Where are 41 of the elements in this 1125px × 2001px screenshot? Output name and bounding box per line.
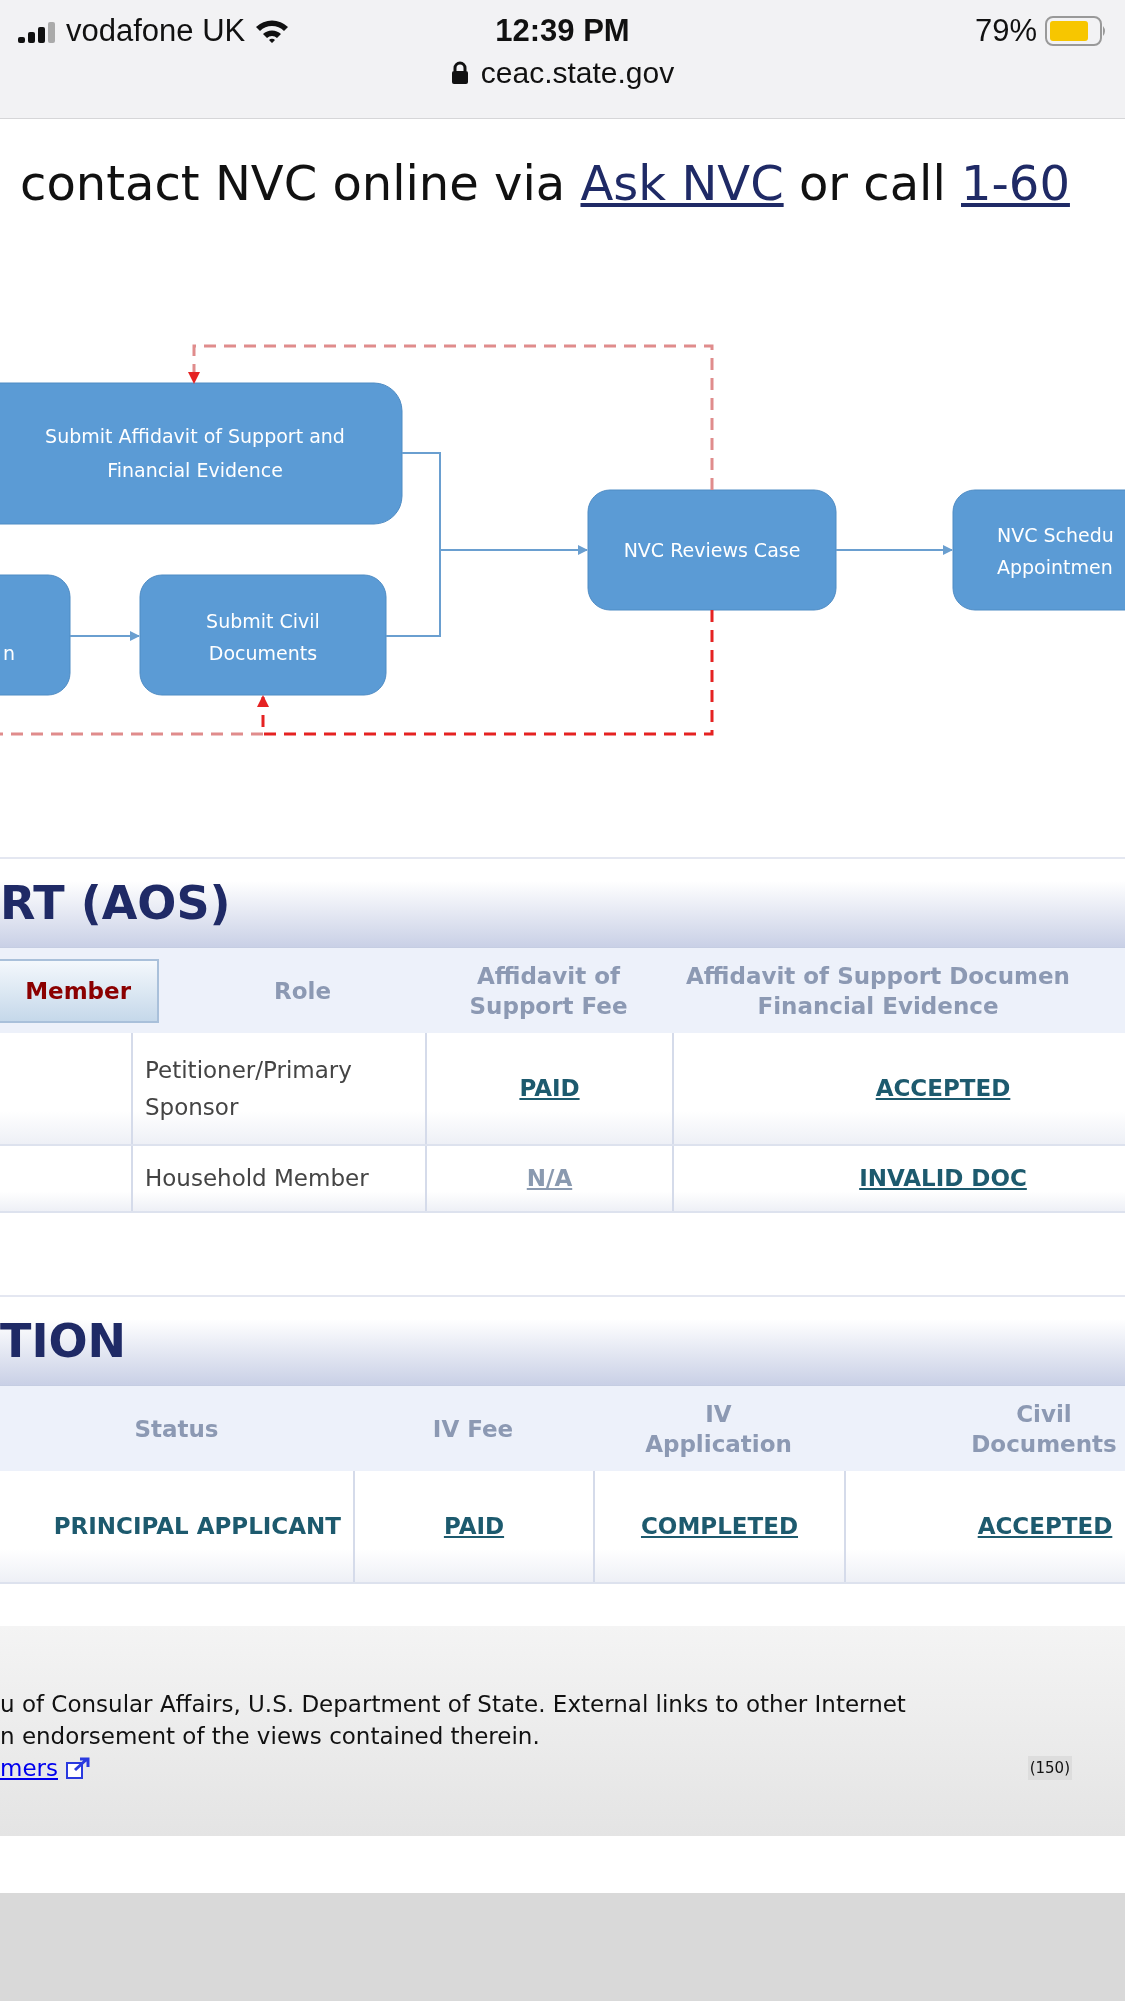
flow-arrow (69, 631, 140, 641)
status-link[interactable]: PAID (443, 1508, 505, 1545)
status-link[interactable]: ACCEPTED (875, 1070, 1011, 1107)
status-link[interactable]: PAID (519, 1070, 580, 1107)
process-step: Submit Civil Documents (139, 574, 387, 696)
wifi-icon (255, 18, 290, 44)
battery-icon (1045, 16, 1107, 46)
process-step: NVC Reviews Case (587, 489, 837, 611)
signal-icon (18, 19, 56, 43)
section-title: TION (0, 1295, 1125, 1385)
process-step: Submit Affidavit of Support and Financial Evidence (0, 382, 403, 525)
status-link[interactable]: ACCEPTED (977, 1508, 1113, 1545)
column-header: Status (134, 1414, 219, 1444)
column-header: IV Fee (432, 1414, 514, 1444)
sort-button[interactable]: Member (0, 958, 159, 1023)
status-link[interactable]: INVALID DOC (859, 1160, 1027, 1197)
footer-text: u of Consular Affairs, U.S. Department of State. External links to other Internet (0, 1690, 907, 1719)
text-link[interactable]: 1-60 (961, 155, 1070, 211)
table-cell: Household Member (131, 1146, 425, 1211)
lock-icon (450, 61, 469, 85)
footer-text: n endorsement of the views contained therein. (0, 1722, 541, 1751)
process-step: NVC Schedu Appointmen (952, 489, 1125, 611)
counter-label: (150) (1027, 1756, 1072, 1780)
page-url[interactable]: ceac.state.gov (480, 56, 675, 90)
battery-percentage: 79% (974, 13, 1037, 49)
column-header: Affidavit of Support Documen Financial Evidence (686, 961, 1070, 1021)
table-cell: Petitioner/Primary Sponsor (131, 1033, 425, 1144)
section-title: RT (AOS) (0, 857, 1125, 947)
carrier-name: vodafone UK (66, 13, 246, 49)
column-header: Civil Documents (971, 1399, 1117, 1459)
contact-text: contact NVC online via Ask NVC or call 1-60 (20, 154, 1071, 213)
table-cell-text: PRINCIPAL APPLICANT (52, 1512, 342, 1541)
text-link[interactable]: Ask NVC (580, 155, 784, 211)
column-header: Affidavit of Support Fee (469, 961, 628, 1021)
column-header: Role (274, 976, 331, 1006)
column-header: IV Application (645, 1399, 792, 1459)
process-step: n (0, 574, 71, 696)
clock-time: 12:39 PM (495, 13, 630, 49)
footer-link[interactable]: mers (0, 1752, 90, 1784)
external-link-icon (66, 1757, 90, 1779)
status-link[interactable]: COMPLETED (640, 1508, 798, 1545)
